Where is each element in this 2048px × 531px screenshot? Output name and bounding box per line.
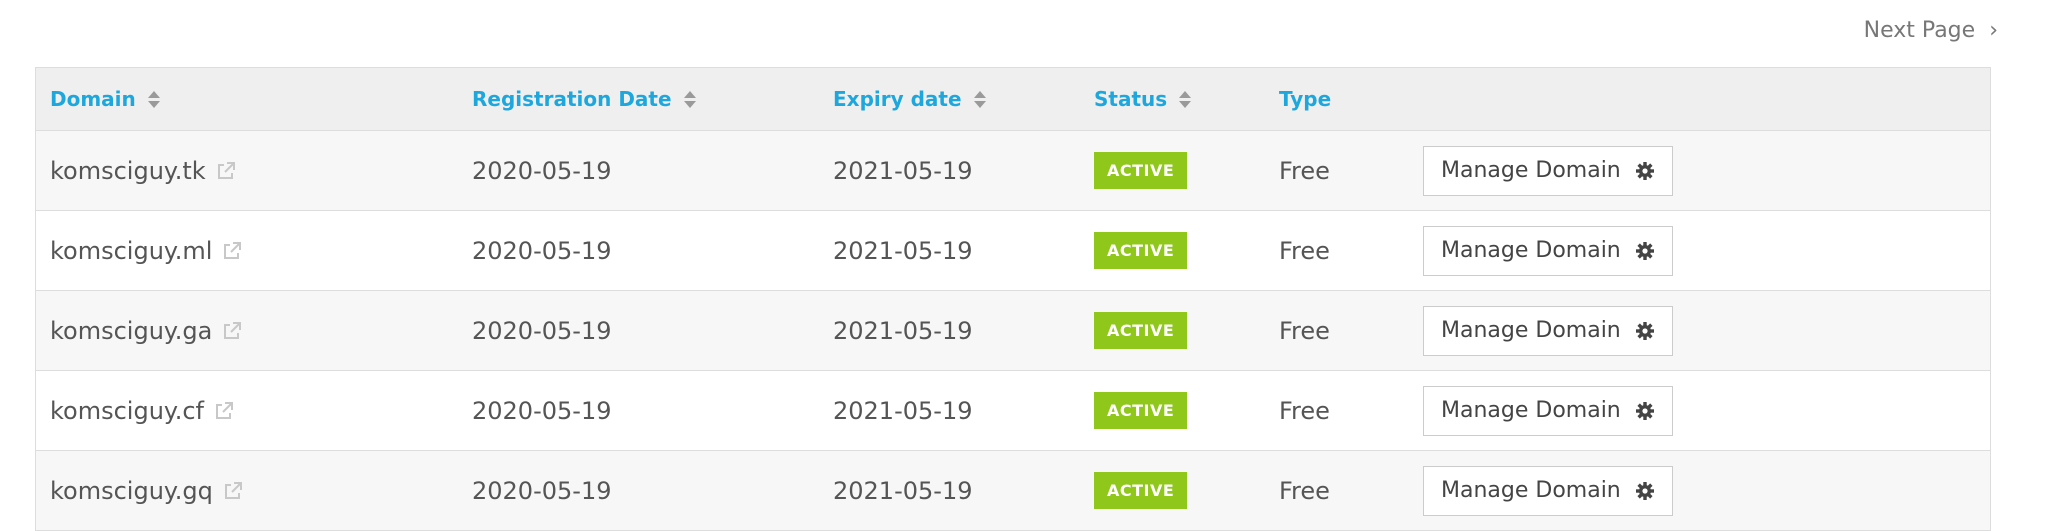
manage-domain-label: Manage Domain — [1441, 478, 1621, 503]
registration-date: 2020-05-19 — [472, 156, 612, 185]
sort-icon — [147, 90, 160, 108]
registration-date: 2020-05-19 — [472, 236, 612, 265]
domain-link[interactable]: komsciguy.cf — [50, 397, 234, 425]
expiry-date: 2021-05-19 — [833, 316, 973, 345]
manage-domain-button[interactable]: Manage Domain — [1423, 465, 1673, 516]
expiry-date: 2021-05-19 — [833, 236, 973, 265]
manage-domain-label: Manage Domain — [1441, 318, 1621, 343]
status-badge: ACTIVE — [1094, 392, 1188, 429]
gear-icon — [1635, 401, 1655, 421]
column-header-status[interactable]: Status — [1094, 68, 1192, 130]
table-row: komsciguy.ml 2020-05-19 2021-05-19 ACTIV… — [36, 211, 1990, 291]
column-header-status-label: Status — [1094, 87, 1168, 111]
domain-name: komsciguy.cf — [50, 396, 204, 425]
external-link-icon — [216, 161, 236, 181]
registration-date: 2020-05-19 — [472, 476, 612, 505]
column-header-domain-label: Domain — [50, 87, 136, 111]
domain-link[interactable]: komsciguy.gq — [50, 477, 243, 505]
sort-icon — [683, 90, 696, 108]
status-badge: ACTIVE — [1094, 232, 1188, 269]
column-header-domain[interactable]: Domain — [50, 68, 160, 130]
gear-icon — [1635, 481, 1655, 501]
domain-type: Free — [1279, 476, 1330, 505]
table-row: komsciguy.tk 2020-05-19 2021-05-19 ACTIV… — [36, 131, 1990, 211]
manage-domain-label: Manage Domain — [1441, 238, 1621, 263]
status-badge: ACTIVE — [1094, 152, 1188, 189]
expiry-date: 2021-05-19 — [833, 396, 973, 425]
expiry-date: 2021-05-19 — [833, 156, 973, 185]
domain-type: Free — [1279, 236, 1330, 265]
column-header-registration-date[interactable]: Registration Date — [472, 68, 696, 130]
external-link-icon — [214, 401, 234, 421]
domain-name: komsciguy.ga — [50, 316, 213, 345]
manage-domain-button[interactable]: Manage Domain — [1423, 385, 1673, 436]
registration-date: 2020-05-19 — [472, 316, 612, 345]
domain-type: Free — [1279, 156, 1330, 185]
domain-link[interactable]: komsciguy.ga — [50, 317, 242, 345]
column-header-registration-date-label: Registration Date — [472, 87, 672, 111]
external-link-icon — [223, 481, 243, 501]
domain-link[interactable]: komsciguy.ml — [50, 237, 242, 265]
status-badge: ACTIVE — [1094, 312, 1188, 349]
column-header-expiry-date-label: Expiry date — [833, 87, 962, 111]
registration-date: 2020-05-19 — [472, 396, 612, 425]
next-page-link[interactable]: Next Page › — [1864, 18, 1998, 43]
manage-domain-button[interactable]: Manage Domain — [1423, 305, 1673, 356]
gear-icon — [1635, 321, 1655, 341]
external-link-icon — [222, 321, 242, 341]
next-page-label: Next Page — [1863, 18, 1976, 43]
table-row: komsciguy.cf 2020-05-19 2021-05-19 ACTIV… — [36, 371, 1990, 451]
manage-domain-label: Manage Domain — [1441, 158, 1621, 183]
domain-type: Free — [1279, 316, 1330, 345]
domains-table: Domain Registration Date Expiry date Sta… — [35, 67, 1991, 531]
domain-type: Free — [1279, 396, 1330, 425]
gear-icon — [1635, 161, 1655, 181]
domain-name: komsciguy.gq — [50, 476, 213, 505]
table-row: komsciguy.gq 2020-05-19 2021-05-19 ACTIV… — [36, 451, 1990, 531]
table-header-row: Domain Registration Date Expiry date Sta… — [36, 68, 1990, 131]
table-row: komsciguy.ga 2020-05-19 2021-05-19 ACTIV… — [36, 291, 1990, 371]
domain-name: komsciguy.ml — [50, 236, 213, 265]
status-badge: ACTIVE — [1094, 472, 1188, 509]
domain-name: komsciguy.tk — [50, 156, 206, 185]
sort-icon — [973, 90, 986, 108]
domain-link[interactable]: komsciguy.tk — [50, 157, 236, 185]
column-header-expiry-date[interactable]: Expiry date — [833, 68, 986, 130]
sort-icon — [1179, 90, 1192, 108]
manage-domain-label: Manage Domain — [1441, 398, 1621, 423]
manage-domain-button[interactable]: Manage Domain — [1423, 225, 1673, 276]
gear-icon — [1635, 241, 1655, 261]
expiry-date: 2021-05-19 — [833, 476, 973, 505]
column-header-type: Type — [1279, 68, 1331, 130]
chevron-right-icon: › — [1989, 18, 1998, 43]
external-link-icon — [222, 241, 242, 261]
manage-domain-button[interactable]: Manage Domain — [1423, 145, 1673, 196]
column-header-type-label: Type — [1279, 87, 1332, 111]
